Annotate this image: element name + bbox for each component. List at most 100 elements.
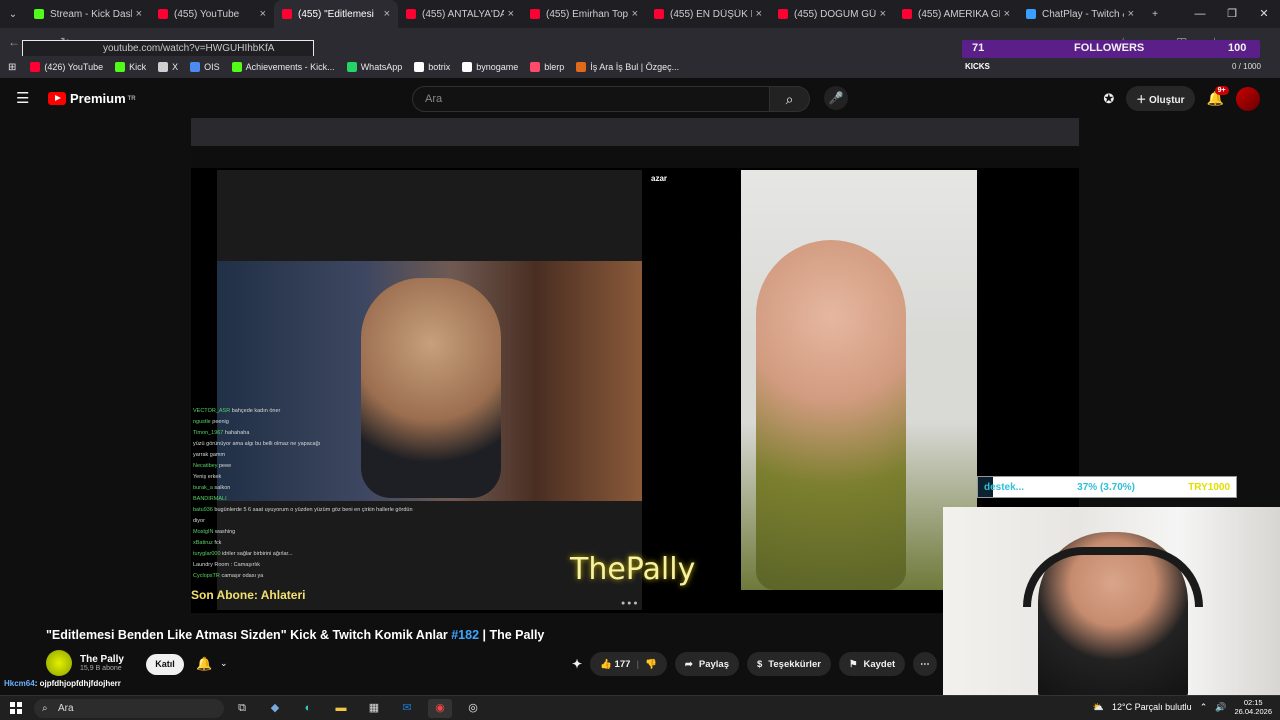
outlook-icon[interactable]: ✉	[395, 699, 419, 718]
chat-line-user: CyclopsTR	[193, 573, 220, 579]
like-button[interactable]: 👍 177	[600, 659, 630, 670]
tray-overflow-icon[interactable]: ⌃	[1200, 702, 1208, 713]
gift-icon[interactable]: ✪	[1103, 91, 1114, 107]
share-button[interactable]: ➦ Paylaş	[674, 652, 739, 676]
chevron-down-icon[interactable]: ⌄	[220, 658, 228, 669]
clock-time: 02:15	[1243, 698, 1263, 707]
chrome-icon[interactable]: ◉	[428, 699, 452, 718]
back-icon[interactable]: ←	[8, 35, 20, 49]
chat-line: BANDIRMALI	[193, 494, 413, 505]
bookmark-item[interactable]: WhatsApp	[346, 62, 402, 72]
bookmark-item[interactable]: (426) YouTube	[30, 62, 103, 72]
bookmark-label: OIS	[204, 62, 220, 72]
notifications-icon[interactable]: 🔔 9+	[1207, 86, 1229, 107]
browser-tab[interactable]: ChatPlay - Twitch & K ×	[1018, 0, 1142, 28]
close-icon[interactable]: ✕	[1248, 0, 1280, 28]
chat-line-user: ngustle	[193, 419, 211, 425]
chat-line-message: idriler sağlar birbirini ağırlar...	[222, 551, 293, 557]
chat-line: burak_a salkon	[193, 483, 413, 494]
maximize-icon[interactable]: ❐	[1216, 0, 1248, 28]
menu-icon[interactable]: ☰	[16, 89, 29, 107]
browser-tab[interactable]: (455) Emirhan Topç ×	[522, 0, 646, 28]
bell-icon[interactable]: 🔔	[196, 656, 212, 672]
bookmark-favicon-icon	[462, 62, 473, 72]
tab-favicon-icon	[530, 9, 540, 19]
bookmark-item[interactable]: botrix	[414, 62, 450, 72]
tab-close-icon[interactable]: ×	[384, 8, 390, 20]
youtube-logo[interactable]: Premium TR	[48, 91, 136, 106]
chat-line-message: bahçede kadın öner	[231, 408, 281, 414]
start-icon[interactable]	[10, 702, 22, 714]
clock[interactable]: 02:15 26.04.2026	[1234, 698, 1272, 716]
thanks-label: Teşekkürler	[768, 658, 821, 670]
browser-tab[interactable]: (455) ANTALYA'DA R ×	[398, 0, 522, 28]
followers-bar: 71 FOLLOWERS 100	[962, 40, 1260, 58]
chat-line-message: camaşır odası ya	[221, 573, 264, 579]
create-button[interactable]: ＋ Oluştur	[1126, 86, 1195, 111]
bookmark-favicon-icon	[115, 62, 126, 72]
store-icon[interactable]: ▦	[362, 699, 386, 718]
tab-close-icon[interactable]: ×	[756, 8, 762, 20]
task-view-icon[interactable]: ⧉	[230, 699, 254, 718]
bookmark-item[interactable]: Achievements - Kick...	[231, 62, 335, 72]
bookmark-item[interactable]: Kick	[115, 62, 146, 72]
bookmark-item[interactable]: blerp	[530, 62, 564, 72]
donation-goal-bar: destek... 37% (3.70%) TRY1000	[977, 476, 1237, 498]
edge-icon[interactable]: ◐	[296, 699, 320, 718]
save-button[interactable]: ⚑ Kaydet	[838, 652, 906, 676]
tab-close-icon[interactable]: ×	[632, 8, 638, 20]
tab-close-icon[interactable]: ×	[136, 8, 142, 20]
account-avatar[interactable]	[1236, 86, 1260, 111]
dislike-button[interactable]: 👎	[645, 659, 657, 670]
file-explorer-icon[interactable]: ▬	[329, 699, 353, 718]
title-hashtag[interactable]: #182	[451, 628, 479, 642]
minimize-icon[interactable]: —	[1184, 0, 1216, 28]
like-dislike-group: 👍 177 | 👎	[590, 652, 667, 676]
channel-name[interactable]: The Pally	[80, 654, 124, 665]
browser-tab[interactable]: Stream - Kick Dashbo ×	[26, 0, 150, 28]
chat-line-message: bugünlerde 5 6 saat uyuyorum o yüzden yü…	[193, 507, 413, 524]
tab-title: ChatPlay - Twitch & K	[1042, 8, 1124, 20]
more-actions-icon[interactable]: ⋯	[913, 652, 937, 676]
taskbar-search[interactable]: ⌕ Ara	[34, 699, 224, 718]
browser-tab[interactable]: (455) DOĞUM GÜNÜ ×	[770, 0, 894, 28]
logo-text: Premium	[70, 91, 126, 106]
bookmark-item[interactable]: İş Ara İş Bul | Özgeç...	[576, 62, 679, 72]
copilot-icon[interactable]: ◆	[263, 699, 287, 718]
search-icon[interactable]: ⌕	[770, 86, 810, 112]
weather-icon[interactable]: ⛅	[1093, 702, 1104, 713]
weather-text[interactable]: 12°C Parçalı bulutlu	[1112, 702, 1192, 712]
thanks-button[interactable]: $ Teşekkürler	[747, 652, 831, 676]
bookmark-item[interactable]: X	[158, 62, 178, 72]
sparkle-icon[interactable]: ✦	[572, 657, 582, 671]
channel-avatar[interactable]	[46, 650, 72, 676]
browser-tab-strip: ⌄ Stream - Kick Dashbo×(455) YouTube×(45…	[0, 0, 1280, 28]
new-tab-button[interactable]: +	[1142, 9, 1168, 20]
like-count: 177	[614, 658, 631, 670]
microphone-icon[interactable]: 🎤	[824, 86, 848, 110]
browser-tab[interactable]: (455) AMERİKA GECE ×	[894, 0, 1018, 28]
taskbar-apps: ⧉ ◆ ◐ ▬ ▦ ✉ ◉ ◎	[230, 699, 485, 718]
tab-title: (455) "Editlemesi	[298, 8, 374, 20]
volume-icon[interactable]: 🔊	[1215, 702, 1226, 713]
tab-search-icon[interactable]: ⌄	[0, 9, 26, 20]
browser-tab[interactable]: (455) EN DÜŞÜK PU ×	[646, 0, 770, 28]
browser-tab[interactable]: (455) YouTube ×	[150, 0, 274, 28]
tab-close-icon[interactable]: ×	[1128, 8, 1134, 20]
tab-favicon-icon	[778, 9, 788, 19]
join-button[interactable]: Katıl	[146, 654, 184, 675]
tab-close-icon[interactable]: ×	[880, 8, 886, 20]
obs-icon[interactable]: ◎	[461, 699, 485, 718]
tab-favicon-icon	[654, 9, 664, 19]
browser-tab[interactable]: (455) "Editlemesi ×	[274, 0, 398, 28]
window-controls: — ❐ ✕	[1184, 0, 1280, 28]
apps-grid-icon[interactable]: ⊞	[8, 62, 16, 73]
bookmark-item[interactable]: OIS	[190, 62, 220, 72]
tab-title: (455) EN DÜŞÜK PU	[670, 8, 752, 20]
bookmark-item[interactable]: bynogame	[462, 62, 518, 72]
search-input[interactable]: Ara	[412, 86, 770, 112]
tab-close-icon[interactable]: ×	[260, 8, 266, 20]
tab-close-icon[interactable]: ×	[1004, 8, 1010, 20]
tab-close-icon[interactable]: ×	[508, 8, 514, 20]
create-label: Oluştur	[1149, 95, 1185, 106]
